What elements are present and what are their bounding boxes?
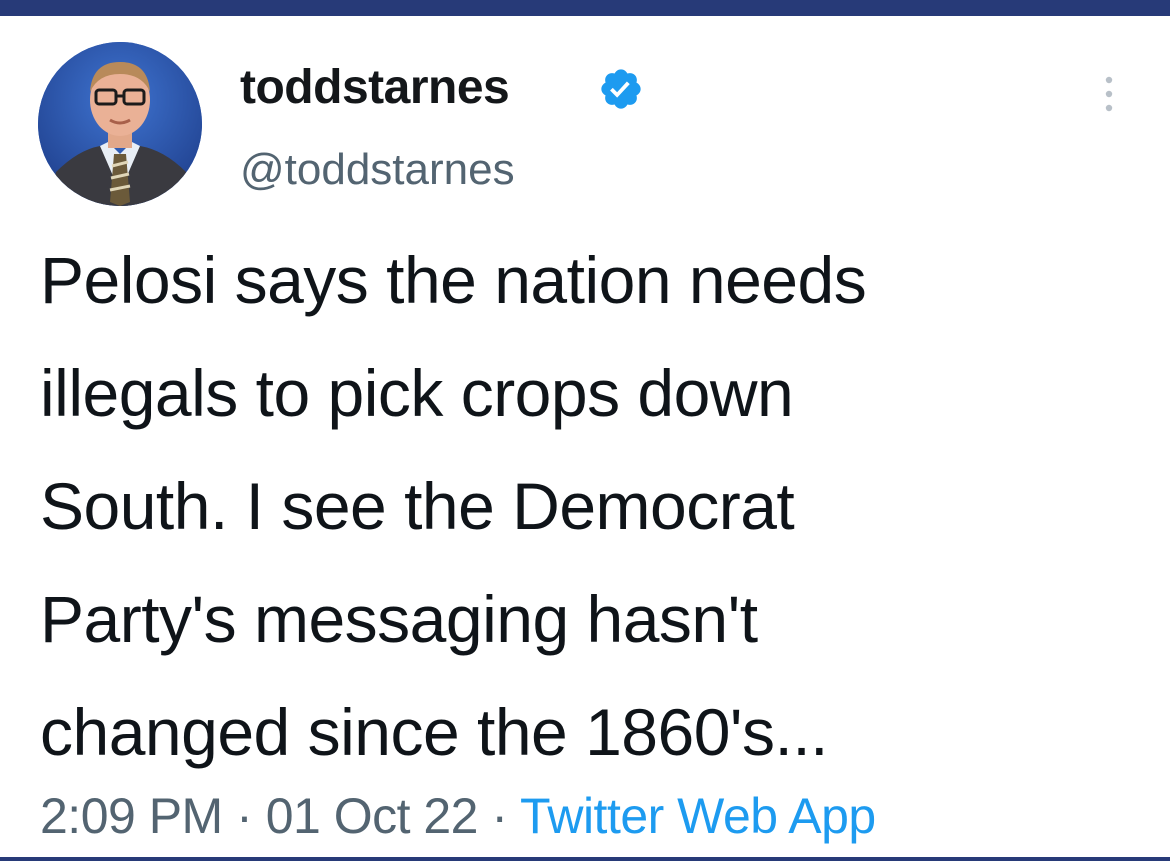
tweet-text: Pelosi says the nation needs illegals to…	[40, 224, 1150, 789]
avatar-photo	[38, 42, 202, 206]
user-handle[interactable]: @toddstarnes	[240, 144, 515, 196]
tweet-date[interactable]: 01 Oct 22	[266, 788, 479, 844]
tweet-text-line: Party's messaging hasn't	[40, 582, 758, 656]
display-name[interactable]: toddstarnes	[240, 60, 510, 116]
bottom-border	[0, 857, 1170, 861]
screenshot-frame: toddstarnes @toddstarnes Pelosi says the…	[0, 0, 1170, 861]
tweet-text-line: illegals to pick crops down	[40, 356, 794, 430]
more-options-icon[interactable]	[1097, 72, 1121, 116]
tweet-text-line: changed since the 1860's...	[40, 695, 829, 769]
tweet-text-line: South. I see the Democrat	[40, 469, 795, 543]
top-border	[0, 0, 1170, 16]
tweet-time[interactable]: 2:09 PM	[40, 788, 223, 844]
tweet-metadata: 2:09 PM · 01 Oct 22 · Twitter Web App	[40, 786, 876, 846]
verified-badge-icon	[601, 69, 641, 109]
tweet-source-link[interactable]: Twitter Web App	[520, 788, 876, 844]
tweet-card: toddstarnes @toddstarnes Pelosi says the…	[0, 16, 1170, 857]
meta-separator: ·	[236, 788, 253, 844]
tweet-text-line: Pelosi says the nation needs	[40, 243, 867, 317]
avatar[interactable]	[38, 42, 202, 206]
meta-separator: ·	[491, 788, 508, 844]
